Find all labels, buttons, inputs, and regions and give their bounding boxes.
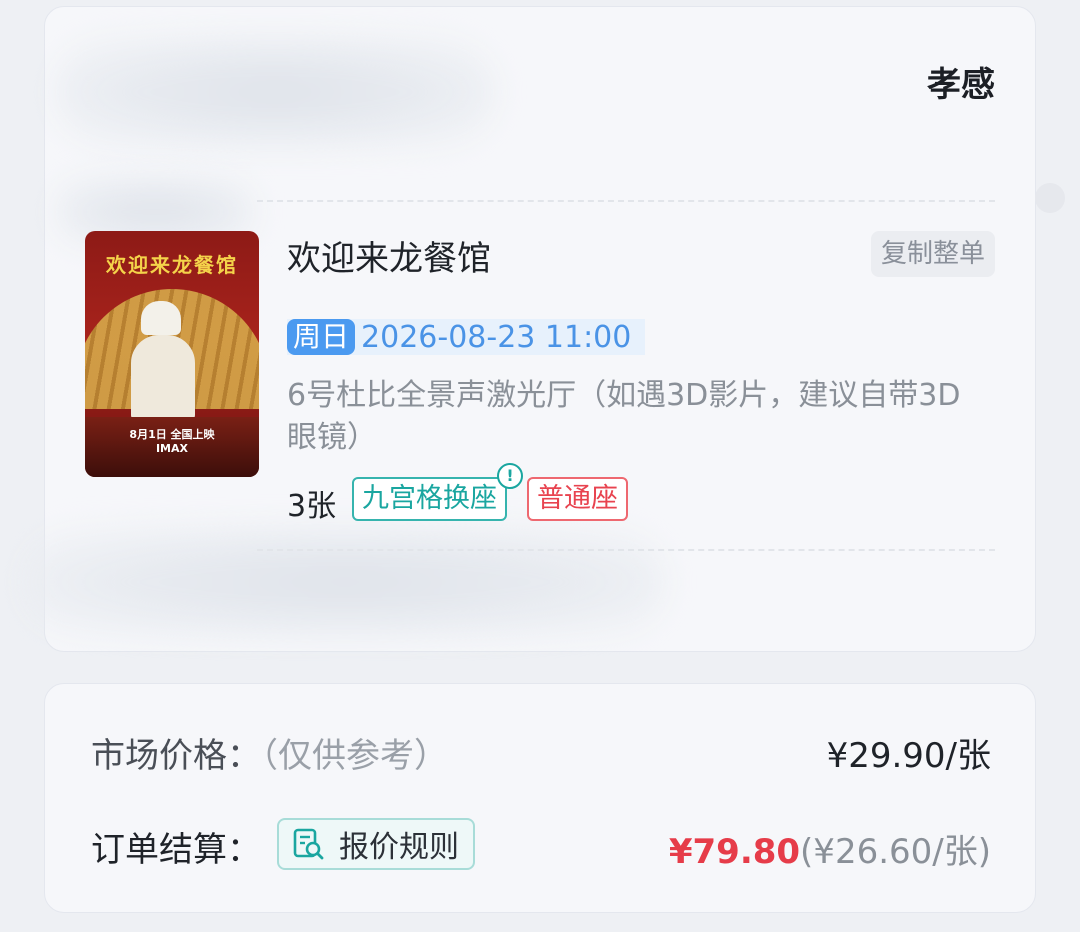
hall-info: 6号杜比全景声激光厅（如遇3D影片，建议自带3D眼镜） <box>287 378 961 455</box>
poster-format: IMAX <box>155 442 189 455</box>
weekday-badge: 周日 <box>287 319 356 355</box>
market-price-title: 市场价格： <box>91 736 261 776</box>
settlement-price: ¥79.80(¥26.60/张) <box>669 824 991 873</box>
showtime: 周日 2026-08-23 11:00 <box>287 319 646 355</box>
movie-title: 欢迎来龙餐馆 <box>287 239 491 279</box>
ticket-count: 3张 <box>287 489 337 524</box>
blurred-region <box>25 527 665 637</box>
market-price-note: （仅供参考） <box>261 736 448 776</box>
doc-search-icon <box>293 828 324 860</box>
info-icon[interactable]: ! <box>497 463 523 489</box>
per-ticket-price: (¥26.60/张) <box>800 832 991 872</box>
poster-chef <box>131 335 195 421</box>
seat-type-tag: 普通座 <box>527 477 628 521</box>
ticket-notch <box>1035 183 1065 213</box>
total-price: ¥79.80 <box>668 832 801 872</box>
pricing-rules-button[interactable]: 报价规则 <box>277 818 475 870</box>
ticket-card: 孝感 欢迎来龙餐馆 8月1日 全国上映 IMAX 欢迎来龙餐馆 复制整单 周日 … <box>25 6 1065 652</box>
swap-seat-tag[interactable]: 九宫格换座 <box>352 477 507 521</box>
poster-release: 8月1日 全国上映 IMAX <box>85 426 259 455</box>
blurred-region <box>55 37 495 147</box>
pricing-rules-label: 报价规则 <box>339 830 459 865</box>
market-price-value: ¥29.90/张 <box>826 736 991 776</box>
showtime-datetime: 2026-08-23 11:00 <box>361 319 632 355</box>
movie-poster[interactable]: 欢迎来龙餐馆 8月1日 全国上映 IMAX <box>85 231 259 477</box>
poster-chef-hat <box>141 301 181 335</box>
divider <box>257 200 995 202</box>
poster-title: 欢迎来龙餐馆 <box>106 253 238 277</box>
copy-order-button[interactable]: 复制整单 <box>870 231 995 277</box>
divider <box>257 549 995 551</box>
settlement-label: 订单结算： <box>91 830 261 870</box>
cinema-name: 孝感 <box>927 65 995 105</box>
market-price-label: 市场价格：（仅供参考） <box>91 728 448 777</box>
poster-release-date: 8月1日 全国上映 <box>129 428 215 441</box>
pricing-card: 市场价格：（仅供参考） ¥29.90/张 订单结算： 报价规则 ¥79.80(¥… <box>44 683 1036 913</box>
